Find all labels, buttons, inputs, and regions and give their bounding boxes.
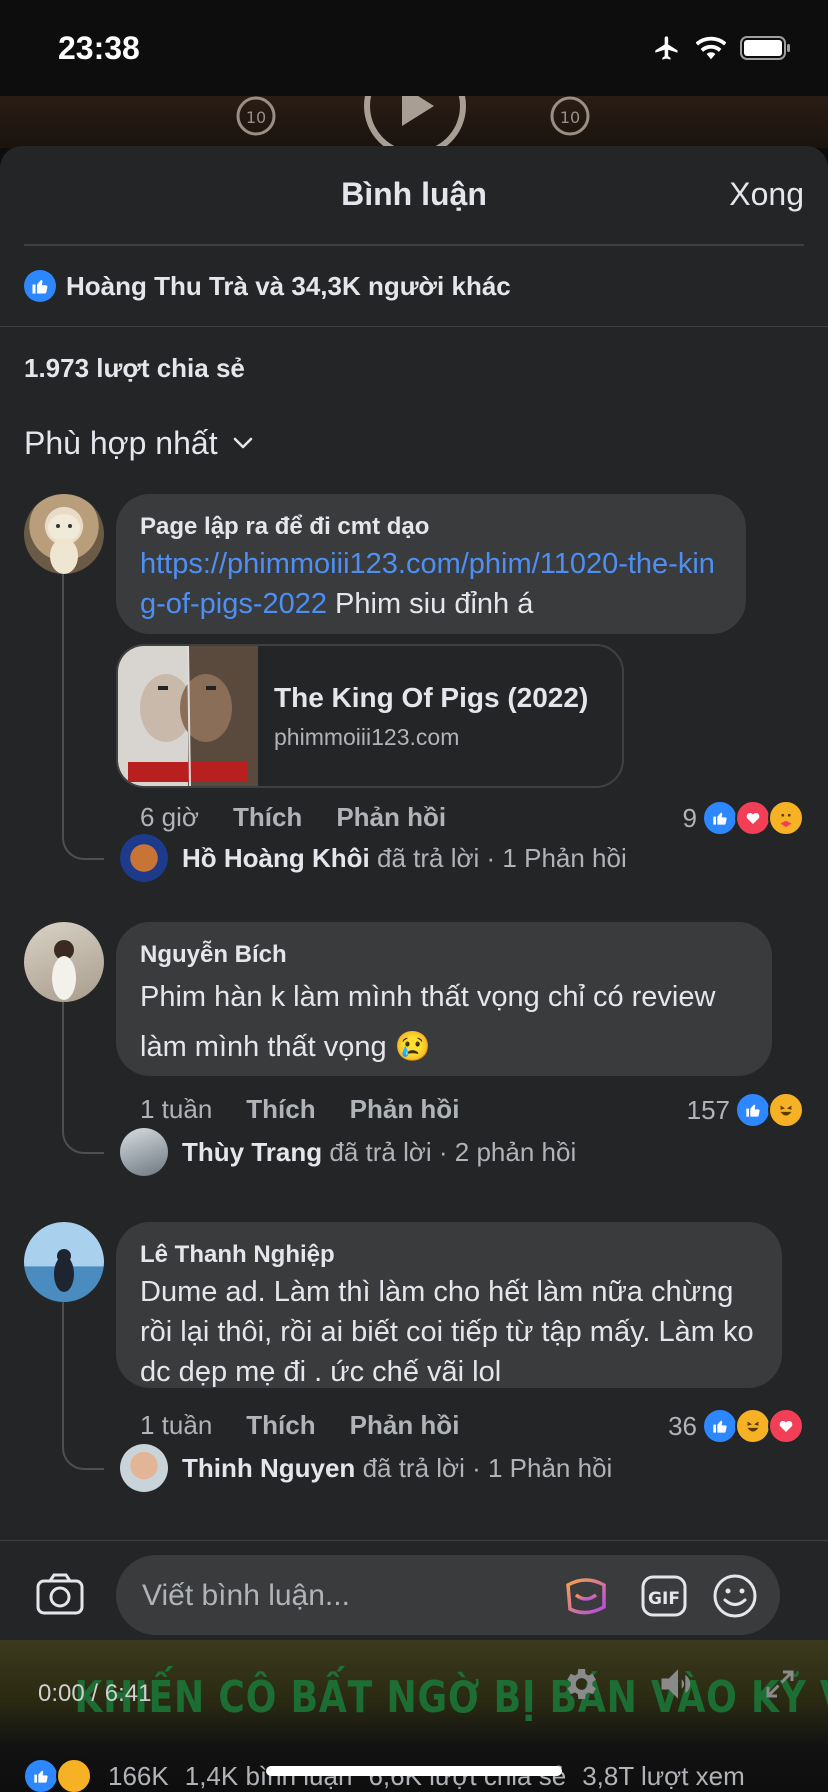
view-replies-row[interactable]: Thùy Trang đã trả lời · 2 phản hồi [120,1128,576,1176]
comment-actions: 6 giờ Thích Phản hồi [140,802,446,833]
reply-count: · 1 Phản hồi [486,842,627,873]
like-reaction-icon [702,800,738,836]
reply-button[interactable]: Phản hồi [336,802,446,833]
reaction-count: 157 [686,1094,730,1125]
link-preview-domain: phimmoiii123.com [274,724,460,750]
video-player-top: 10 10 [0,96,828,148]
shares-row[interactable]: 1.973 lượt chia sẻ [0,327,828,409]
thread-connector [62,1002,104,1154]
reply-avatar [120,1128,168,1176]
reaction-count: 36 [668,1410,697,1441]
fullscreen-icon[interactable] [762,1666,798,1702]
like-reaction-icon [702,1408,738,1444]
likes-summary-text: Hoàng Thu Trà và 34,3K người khác [66,270,511,301]
status-time: 23:38 [58,30,140,66]
comment-actions: 1 tuần Thích Phản hồi [140,1410,459,1441]
avatar[interactable] [24,494,104,574]
video-caption: KHIẾN CÔ BẤT NGỜ BỊ BÁN VÀO KỸ VIỆN LÀM … [74,1672,828,1723]
comment-bubble[interactable]: Lê Thanh Nghiệp Dume ad. Làm thì làm cho… [116,1222,782,1388]
haha-reaction-icon [768,1092,804,1128]
status-bar: 23:38 [0,0,828,96]
comment-time: 1 tuần [140,1094,213,1124]
comment-text: Dume ad. Làm thì làm cho hết làm nữa chừ… [140,1276,754,1388]
gif-icon[interactable]: GIF [640,1573,688,1619]
reply-author: Hồ Hoàng Khôi [182,842,370,873]
reply-count: · 1 Phản hồi [472,1452,613,1483]
likes-summary-row[interactable]: Hoàng Thu Trà và 34,3K người khác [0,246,828,327]
sheet-title: Bình luận [341,176,487,212]
sheet-header: Bình luận Xong [24,146,804,246]
emoji-icon[interactable] [712,1573,758,1619]
comment-author[interactable]: Page lập ra để đi cmt dạo [140,510,722,544]
comment-author[interactable]: Lê Thanh Nghiệp [140,1238,758,1272]
link-preview-card[interactable]: The King Of Pigs (2022) phimmoiii123.com [116,644,624,788]
love-reaction-icon [735,800,771,836]
like-reaction-icon [735,1092,771,1128]
thread-connector [62,574,104,860]
reaction-summary[interactable]: 157 [687,1092,804,1128]
reaction-count: 9 [682,802,697,833]
reaction-summary[interactable]: 36 [668,1408,804,1444]
reply-button[interactable]: Phản hồi [350,1410,460,1441]
shares-count: 1.973 lượt chia sẻ [24,352,245,383]
reply-avatar [120,1444,168,1492]
svg-text:10: 10 [246,108,266,127]
like-button[interactable]: Thích [246,1094,315,1125]
volume-icon[interactable] [656,1662,700,1706]
view-replies-row[interactable]: Thinh Nguyen đã trả lời · 1 Phản hồi [120,1444,612,1492]
sort-label: Phù hợp nhất [24,424,218,461]
comment-author[interactable]: Nguyễn Bích [140,938,748,972]
comment-bubble[interactable]: Page lập ra để đi cmt dạo https://phimmo… [116,494,746,634]
comment-input[interactable] [140,1555,544,1637]
video-time: 0:00 / 6:41 [38,1680,152,1707]
haha-reaction-icon [56,1758,92,1792]
comment-time: 1 tuần [140,1410,213,1440]
svg-text:10: 10 [560,108,580,127]
home-indicator [266,1766,562,1776]
comment-input-wrapper: GIF [116,1555,780,1637]
care-reaction-icon [768,800,804,836]
thread-connector [62,1302,104,1470]
comment-bubble[interactable]: Nguyễn Bích Phim hàn k làm mình thất vọn… [116,922,772,1076]
avatar-sticker-icon[interactable] [562,1573,610,1619]
wifi-icon [696,36,726,60]
like-reaction-icon [23,1758,59,1792]
comment-time: 6 giờ [140,802,199,832]
status-icons [652,34,792,62]
link-preview-title: The King Of Pigs (2022) [274,682,589,713]
like-button[interactable]: Thích [246,1410,315,1441]
video-reaction-count[interactable]: 166K [108,1761,169,1792]
sort-dropdown[interactable]: Phù hợp nhất [0,409,828,477]
comments-sheet: Bình luận Xong Hoàng Thu Trà và 34,3K ng… [0,146,828,1648]
reply-button[interactable]: Phản hồi [350,1094,460,1125]
chevron-down-icon [233,437,252,449]
reply-count: · 2 phản hồi [438,1136,577,1167]
comment-text: Phim siu đỉnh á [327,588,534,620]
reply-avatar [120,834,168,882]
svg-text:GIF: GIF [648,1589,680,1609]
play-icon[interactable] [360,96,470,148]
comment-composer: GIF [0,1540,828,1648]
view-replies-row[interactable]: Hồ Hoàng Khôi đã trả lời · 1 Phản hồi [120,834,627,882]
reaction-summary[interactable]: 9 [683,800,804,836]
battery-icon [740,36,790,60]
like-badge-icon [24,270,56,302]
reply-author: Thinh Nguyen [182,1452,356,1483]
comment-actions: 1 tuần Thích Phản hồi [140,1094,459,1125]
settings-gear-icon[interactable] [560,1664,600,1704]
avatar[interactable] [24,922,104,1002]
like-button[interactable]: Thích [233,802,302,833]
link-preview-thumbnail [118,646,258,786]
forward-10-icon[interactable]: 10 [548,96,592,140]
comment-text: Phim hàn k làm mình thất vọng chỉ có rev… [140,981,716,1063]
video-view-count: 3,8T lượt xem [582,1760,745,1791]
reply-author: Thùy Trang [182,1136,323,1167]
done-button[interactable]: Xong [729,176,804,213]
avatar[interactable] [24,1222,104,1302]
love-reaction-icon [768,1408,804,1444]
camera-icon[interactable] [36,1573,84,1617]
airplane-icon [655,36,678,60]
rewind-10-icon[interactable]: 10 [234,96,278,140]
haha-reaction-icon [735,1408,771,1444]
